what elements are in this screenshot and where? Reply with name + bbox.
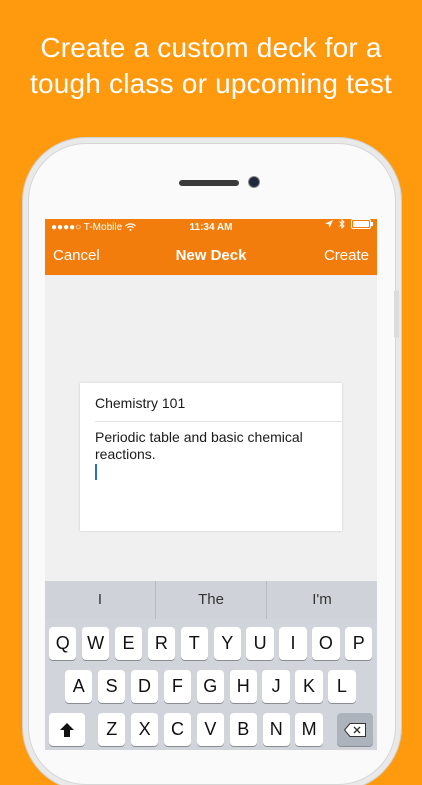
predictive-text-bar: I The I'm [45, 581, 377, 619]
bluetooth-icon [339, 219, 345, 229]
key-r[interactable]: R [147, 627, 176, 660]
key-z[interactable]: Z [98, 713, 126, 746]
shift-key[interactable] [49, 713, 85, 746]
text-cursor [95, 464, 97, 480]
phone-side-button [394, 290, 399, 338]
headline-line-1: Create a custom deck for a [40, 32, 382, 63]
shift-arrow-icon [60, 723, 74, 737]
keyboard-row-3: ZXCVBNM [45, 713, 377, 747]
key-n[interactable]: N [262, 713, 290, 746]
key-w[interactable]: W [81, 627, 110, 660]
key-v[interactable]: V [196, 713, 225, 746]
location-arrow-icon [325, 220, 333, 228]
navigation-bar: Cancel New Deck Create [45, 237, 377, 275]
deck-description-field[interactable]: Periodic table and basic chemical reacti… [95, 429, 330, 463]
key-s[interactable]: S [97, 670, 126, 703]
status-right-icons [325, 219, 373, 229]
key-f[interactable]: F [163, 670, 192, 703]
key-x[interactable]: X [130, 713, 159, 746]
backspace-icon [343, 723, 366, 737]
new-deck-card: Chemistry 101 Periodic table and basic c… [80, 383, 342, 531]
key-m[interactable]: M [295, 713, 323, 746]
phone-camera [249, 177, 259, 187]
field-divider [95, 421, 342, 422]
status-bar: ●●●●○ T-Mobile 11:34 AM [45, 219, 377, 237]
key-i[interactable]: I [279, 627, 307, 660]
promo-headline: Create a custom deck for a tough class o… [0, 30, 422, 102]
key-k[interactable]: K [295, 670, 323, 703]
key-l[interactable]: L [328, 670, 356, 703]
battery-icon [351, 219, 373, 229]
create-button[interactable]: Create [324, 237, 369, 275]
deck-name-field[interactable]: Chemistry 101 [95, 395, 185, 411]
suggestion-1[interactable]: I [45, 581, 156, 619]
keyboard-row-1: QWERTYUIOP [45, 627, 377, 661]
key-h[interactable]: H [229, 670, 257, 703]
headline-line-2: tough class or upcoming test [29, 68, 392, 99]
phone-speaker [179, 180, 239, 186]
delete-key[interactable] [337, 713, 373, 746]
key-p[interactable]: P [345, 627, 373, 660]
key-c[interactable]: C [163, 713, 192, 746]
key-t[interactable]: T [180, 627, 208, 660]
phone-screen: ●●●●○ T-Mobile 11:34 AM Cancel New Deck … [45, 219, 377, 750]
key-g[interactable]: G [196, 670, 224, 703]
key-a[interactable]: A [65, 670, 93, 703]
key-q[interactable]: Q [49, 627, 77, 660]
key-y[interactable]: Y [213, 627, 241, 660]
key-d[interactable]: D [130, 670, 159, 703]
keyboard-row-2: ASDFGHJKL [45, 670, 377, 704]
key-o[interactable]: O [312, 627, 340, 660]
key-u[interactable]: U [246, 627, 274, 660]
keyboard: QWERTYUIOP ASDFGHJKL ZXCVBNM [45, 619, 377, 750]
key-b[interactable]: B [229, 713, 257, 746]
key-e[interactable]: E [114, 627, 143, 660]
key-j[interactable]: J [262, 670, 290, 703]
suggestion-3[interactable]: I'm [267, 581, 377, 619]
suggestion-2[interactable]: The [156, 581, 267, 619]
